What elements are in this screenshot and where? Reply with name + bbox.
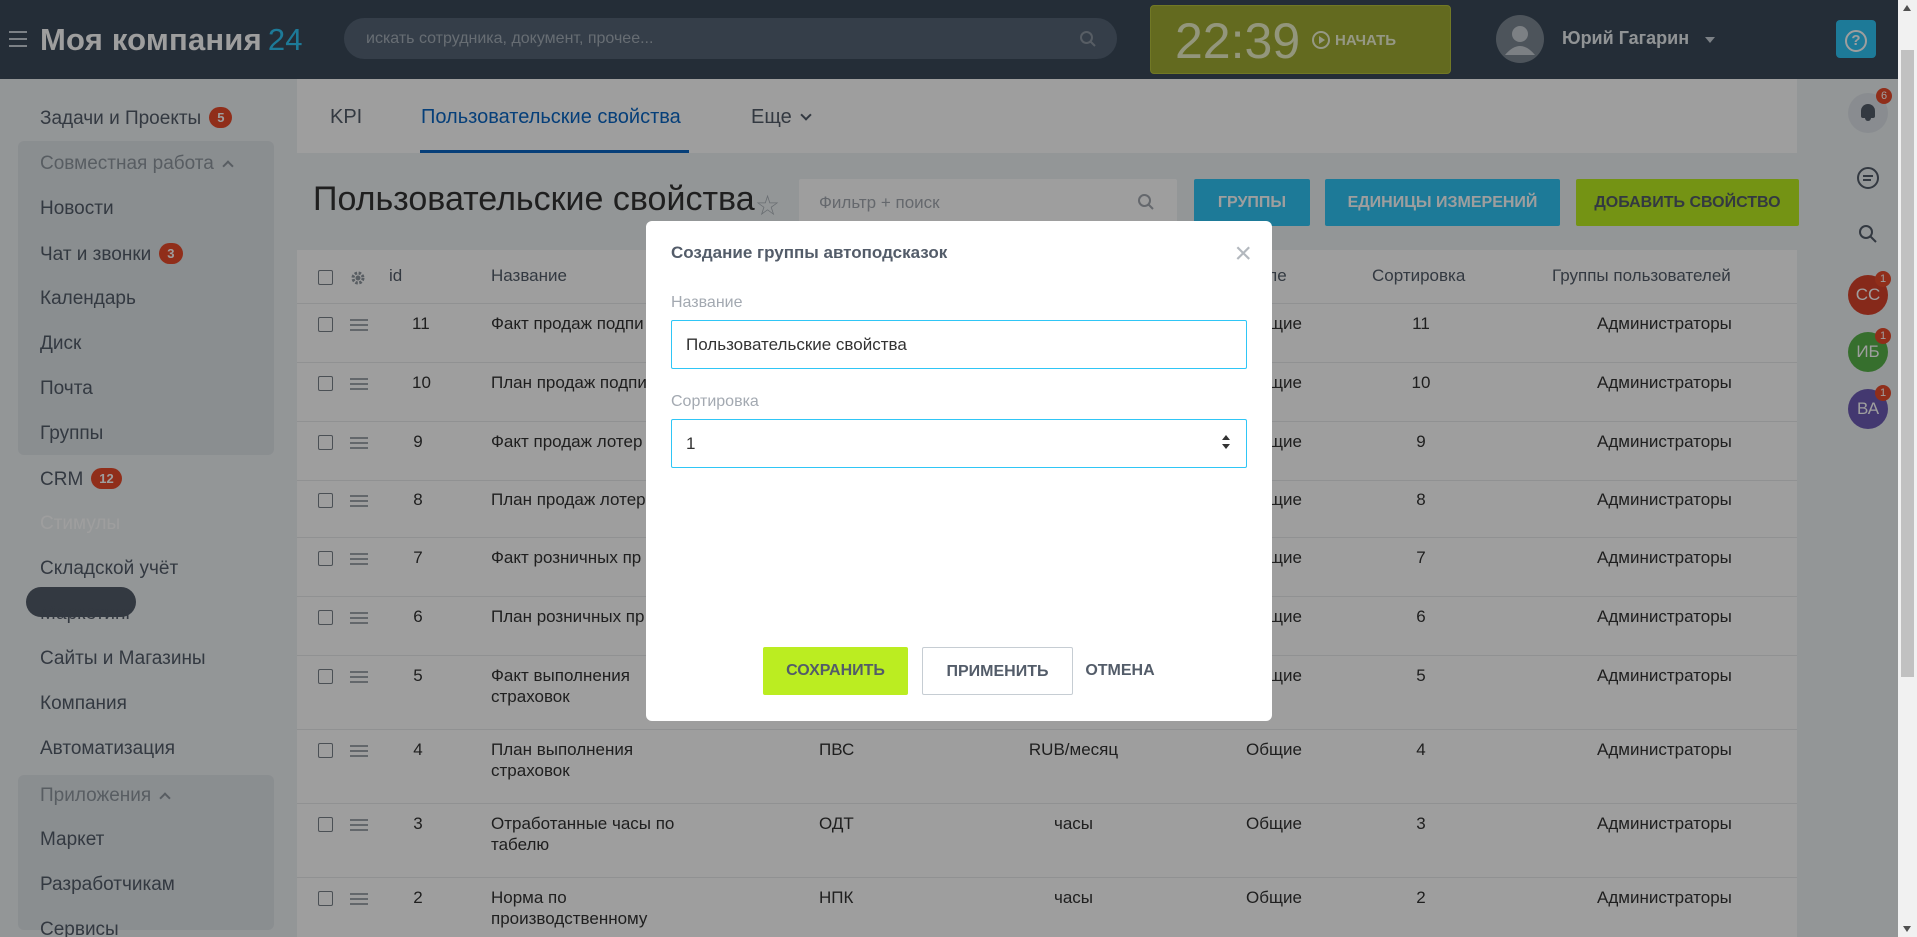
- name-field-value[interactable]: Пользовательские свойства: [686, 335, 907, 355]
- apply-button[interactable]: ПРИМЕНИТЬ: [922, 647, 1073, 695]
- dialog-title: Создание группы автоподсказок: [671, 243, 948, 262]
- scrollbar-thumb[interactable]: [1901, 50, 1914, 677]
- sort-field[interactable]: 1: [671, 419, 1247, 468]
- page-scrollbar[interactable]: [1898, 0, 1917, 937]
- name-field[interactable]: Пользовательские свойства: [671, 320, 1247, 369]
- name-label: Название: [671, 294, 743, 311]
- close-icon[interactable]: ×: [1234, 239, 1252, 269]
- sort-label: Сортировка: [671, 393, 759, 410]
- number-spinner[interactable]: [1220, 434, 1232, 452]
- save-button[interactable]: СОХРАНИТЬ: [763, 647, 908, 695]
- cancel-button[interactable]: ОТМЕНА: [1085, 647, 1155, 695]
- create-hint-group-dialog: Создание группы автоподсказок × Название…: [646, 221, 1272, 721]
- sort-field-value[interactable]: 1: [686, 434, 695, 454]
